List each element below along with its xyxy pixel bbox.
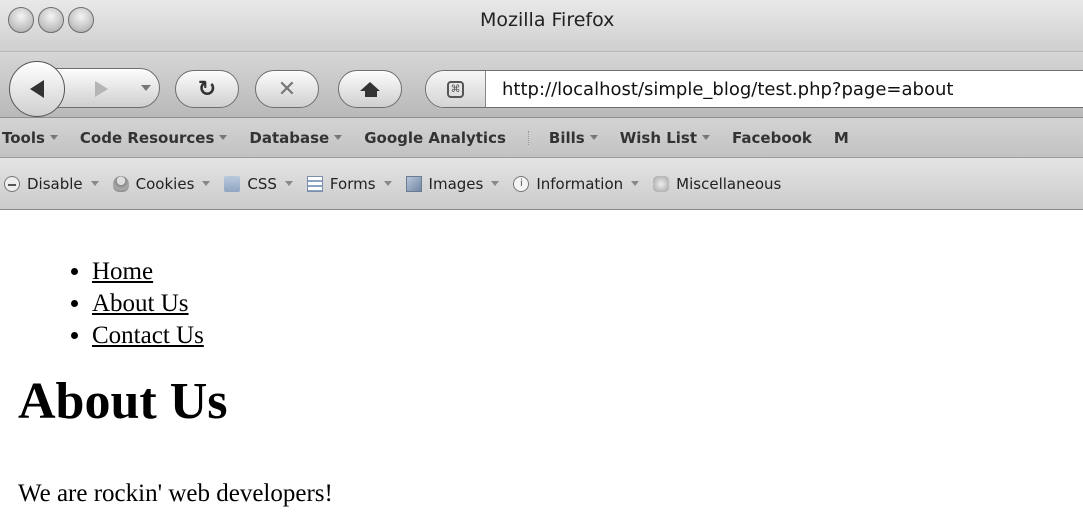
list-item: Home — [92, 256, 204, 288]
nav-link-contact-us[interactable]: Contact Us — [92, 322, 204, 349]
devtool-css[interactable]: CSS — [224, 175, 293, 193]
site-identity-icon: ⌘ — [447, 80, 464, 98]
reload-icon: ↻ — [197, 76, 217, 102]
bookmark-google-analytics[interactable]: Google Analytics — [364, 129, 506, 147]
home-button[interactable] — [338, 70, 402, 108]
chevron-down-icon — [219, 135, 228, 140]
back-arrow-icon — [30, 80, 44, 98]
list-item: About Us — [92, 288, 204, 320]
devtool-cookies[interactable]: Cookies — [112, 175, 211, 193]
reload-button[interactable]: ↻ — [175, 70, 239, 108]
stop-icon: ✕ — [277, 76, 297, 102]
back-forward-button-group — [9, 61, 160, 117]
devtool-miscellaneous[interactable]: Miscellaneous — [653, 175, 781, 193]
forms-icon — [306, 175, 323, 192]
chevron-down-icon — [90, 181, 99, 186]
chevron-down-icon — [202, 181, 211, 186]
information-icon: i — [513, 175, 530, 192]
css-icon — [224, 175, 241, 192]
devtool-forms[interactable]: Forms — [306, 175, 392, 193]
bookmark-truncated[interactable]: M — [834, 129, 849, 147]
chevron-down-icon — [334, 135, 343, 140]
page-title: About Us — [18, 373, 228, 430]
images-icon — [405, 175, 422, 192]
chevron-down-icon — [284, 181, 293, 186]
page-body-text: We are rockin' web developers! — [18, 480, 333, 507]
nav-link-home[interactable]: Home — [92, 258, 153, 285]
url-input[interactable]: http://localhost/simple_blog/test.php?pa… — [486, 79, 953, 100]
bookmark-facebook[interactable]: Facebook — [732, 129, 812, 147]
site-identity-button[interactable]: ⌘ — [426, 71, 486, 107]
forward-arrow-icon[interactable] — [95, 81, 108, 97]
chevron-down-icon — [631, 181, 640, 186]
miscellaneous-icon — [653, 175, 670, 192]
back-button[interactable] — [9, 61, 65, 117]
chevron-down-icon — [491, 181, 500, 186]
list-item: Contact Us — [92, 320, 204, 352]
window-title: Mozilla Firefox — [480, 9, 615, 31]
web-developer-toolbar: Disable Cookies CSS Forms Images i Inform… — [0, 158, 1083, 210]
page-content: Home About Us Contact Us About Us We are… — [0, 210, 1083, 512]
title-bar: Mozilla Firefox — [0, 0, 1083, 52]
site-nav-list: Home About Us Contact Us — [92, 256, 204, 352]
chevron-down-icon — [383, 181, 392, 186]
url-bar[interactable]: ⌘ http://localhost/simple_blog/test.php?… — [425, 70, 1083, 108]
chevron-down-icon — [49, 135, 58, 140]
devtool-images[interactable]: Images — [405, 175, 500, 193]
disable-icon — [4, 175, 20, 192]
bookmark-wish-list[interactable]: Wish List — [620, 129, 711, 147]
bookmark-code-resources[interactable]: Code Resources — [80, 129, 228, 147]
bookmark-bills[interactable]: Bills — [549, 129, 598, 147]
bookmark-separator — [527, 130, 529, 145]
bookmark-database[interactable]: Database — [249, 129, 343, 147]
navigation-toolbar: ↻ ✕ ⌘ http://localhost/simple_blog/test.… — [0, 52, 1083, 118]
stop-button[interactable]: ✕ — [255, 70, 319, 108]
devtool-information[interactable]: i Information — [513, 175, 640, 193]
chevron-down-icon — [589, 135, 598, 140]
nav-link-about-us[interactable]: About Us — [92, 290, 189, 317]
history-dropdown-icon[interactable] — [141, 85, 151, 91]
devtool-disable[interactable]: Disable — [4, 175, 99, 193]
bookmarks-toolbar: Tools Code Resources Database Google Ana… — [0, 118, 1083, 158]
bookmark-tools[interactable]: Tools — [2, 129, 58, 147]
cookies-icon — [112, 175, 129, 192]
chevron-down-icon — [702, 135, 711, 140]
